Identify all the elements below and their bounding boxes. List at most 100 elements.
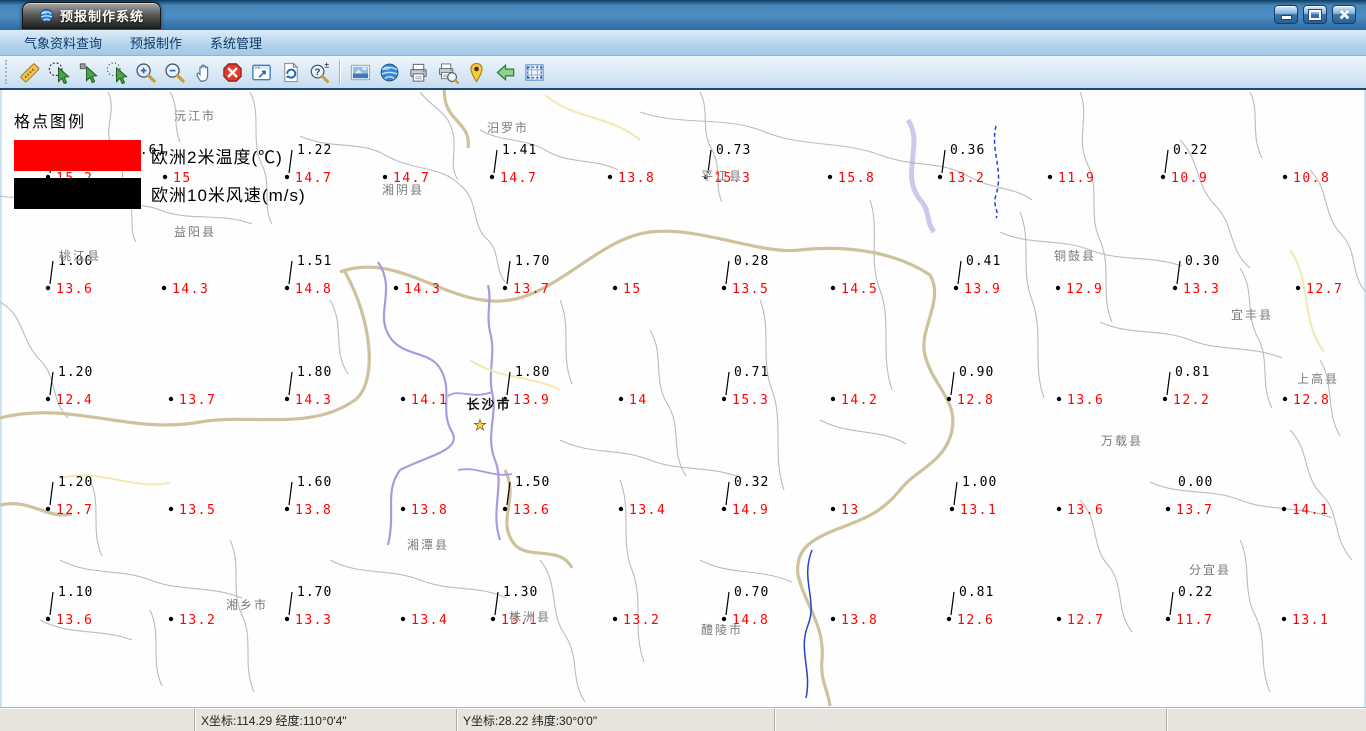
export-image-button[interactable]: [346, 58, 375, 87]
temperature-value: 13.3: [1183, 282, 1220, 297]
print-preview-button[interactable]: [433, 58, 462, 87]
wind-speed-value: 0.73: [716, 143, 751, 158]
temperature-value: 13.4: [629, 503, 666, 518]
temperature-value: 13.6: [513, 503, 550, 518]
temperature-value: 13.4: [411, 613, 448, 628]
temperature-value: 13: [841, 503, 860, 518]
wind-speed-value: 1.20: [58, 475, 93, 490]
grid-point: 0.7014.8: [721, 585, 768, 628]
wind-speed-value: 1.10: [58, 585, 93, 600]
wind-barb: [506, 260, 511, 285]
wind-speed-value: 1.80: [515, 365, 550, 380]
city-label: 万载县: [1101, 434, 1143, 448]
globe-icon: [39, 8, 54, 23]
temperature-value: 14.1: [411, 393, 448, 408]
minimize-button[interactable]: [1274, 5, 1298, 24]
temperature-value: 14.3: [172, 282, 209, 297]
menu-item-0[interactable]: 气象资料查询: [10, 29, 116, 56]
grid-point: 0.81 12.2: [1162, 365, 1210, 408]
wind-barb: [953, 481, 958, 506]
wind-speed-value: 1.51: [297, 254, 332, 269]
temperature-value: 13.6: [1067, 393, 1104, 408]
temperature-value: 13.2: [948, 171, 985, 186]
cancel-button[interactable]: [218, 58, 247, 87]
grid-point: 0.81 12.6: [946, 585, 994, 628]
select-lasso-icon: [106, 61, 128, 84]
city-label: 桃江县: [59, 248, 101, 263]
measure-button[interactable]: [15, 58, 44, 87]
minimize-icon: [1280, 15, 1292, 20]
grid-point: 13.8: [830, 613, 878, 628]
menu-item-2[interactable]: 系统管理: [196, 29, 276, 56]
select-button[interactable]: [73, 58, 102, 87]
back-icon: [496, 63, 515, 81]
city-label: 湘乡市: [226, 597, 268, 612]
temperature-value: 13.5: [179, 503, 216, 518]
grid-point: 13.7: [168, 393, 215, 408]
city-label: 汨罗市: [487, 120, 529, 135]
legend-swatch: [14, 178, 141, 209]
grid-select-button[interactable]: [520, 58, 549, 87]
temperature-value: 14.3: [295, 393, 332, 408]
temperature-value: 14.7: [500, 171, 537, 186]
app-title-tab: 预报制作系统: [22, 2, 162, 29]
full-extent-button[interactable]: [247, 58, 276, 87]
select-circle-button[interactable]: [44, 58, 73, 87]
grid-point: 0.28 13.5: [721, 254, 768, 297]
select-lasso-button[interactable]: [102, 58, 131, 87]
city-label: 上高县: [1297, 371, 1339, 386]
status-y-coordinate: Y坐标:28.22 纬度:30°0'0": [457, 709, 775, 731]
grid-point: 1.70 13.7: [502, 254, 549, 297]
toolbar-separator: [339, 60, 341, 84]
close-button[interactable]: [1332, 5, 1356, 24]
back-button[interactable]: [491, 58, 520, 87]
restore-button[interactable]: [1303, 5, 1327, 24]
toolbar-grip: [5, 60, 11, 84]
legend-title: 格点图例: [14, 114, 87, 131]
wind-barb: [49, 481, 54, 506]
zoom-out-button[interactable]: [160, 58, 189, 87]
wind-speed-value: 0.81: [959, 585, 994, 600]
temperature-value: 13.6: [56, 282, 93, 297]
refresh-button[interactable]: [276, 58, 305, 87]
wind-barb: [725, 481, 730, 506]
city-label: 长沙市: [466, 397, 511, 412]
map-canvas[interactable]: 1.6115.2151.2214.714.71.4114.713.80.7315…: [0, 90, 1366, 708]
wind-speed-value: 0.81: [1175, 365, 1210, 380]
temperature-value: 13.3: [295, 613, 332, 628]
temperature-value: 14.5: [841, 282, 878, 297]
grid-point: 0.00 13.7: [1165, 475, 1213, 518]
temperature-value: 13.6: [1067, 503, 1104, 518]
temperature-value: 15: [623, 282, 642, 297]
pan-button[interactable]: [189, 58, 218, 87]
wind-speed-value: 0.32: [734, 475, 769, 490]
location-pin-button[interactable]: [462, 58, 491, 87]
grid-point: 13.8: [400, 503, 447, 518]
wind-barb: [288, 481, 293, 506]
capital-star-icon: ★: [473, 416, 486, 434]
wind-barb: [957, 260, 962, 285]
legend-label: 欧洲10米风速(m/s): [151, 186, 306, 205]
temperature-value: 13.8: [295, 503, 332, 518]
temperature-value: 13.7: [1176, 503, 1213, 518]
wind-barb: [725, 591, 730, 616]
world-button[interactable]: [375, 58, 404, 87]
full-extent-icon: [252, 64, 271, 80]
identify-button[interactable]: ? ±: [305, 58, 334, 87]
print-preview-icon: [438, 63, 459, 84]
grid-point: 0.22 10.9: [1160, 143, 1207, 186]
legend-item: 欧洲2米温度(℃): [14, 140, 306, 171]
wind-barb: [1169, 591, 1174, 616]
temperature-value: 15.3: [732, 393, 769, 408]
wind-barb: [49, 260, 54, 285]
wind-barb: [494, 591, 499, 616]
grid-point: 13.6: [1056, 393, 1104, 408]
menu-item-1[interactable]: 预报制作: [116, 29, 196, 56]
print-icon: [410, 63, 427, 82]
print-button[interactable]: [404, 58, 433, 87]
zoom-in-button[interactable]: [131, 58, 160, 87]
temperature-value: 13.8: [841, 613, 878, 628]
grid-point: 1.20 12.7: [45, 475, 93, 518]
wind-speed-value: 0.71: [734, 365, 769, 380]
wind-barb: [941, 149, 946, 174]
